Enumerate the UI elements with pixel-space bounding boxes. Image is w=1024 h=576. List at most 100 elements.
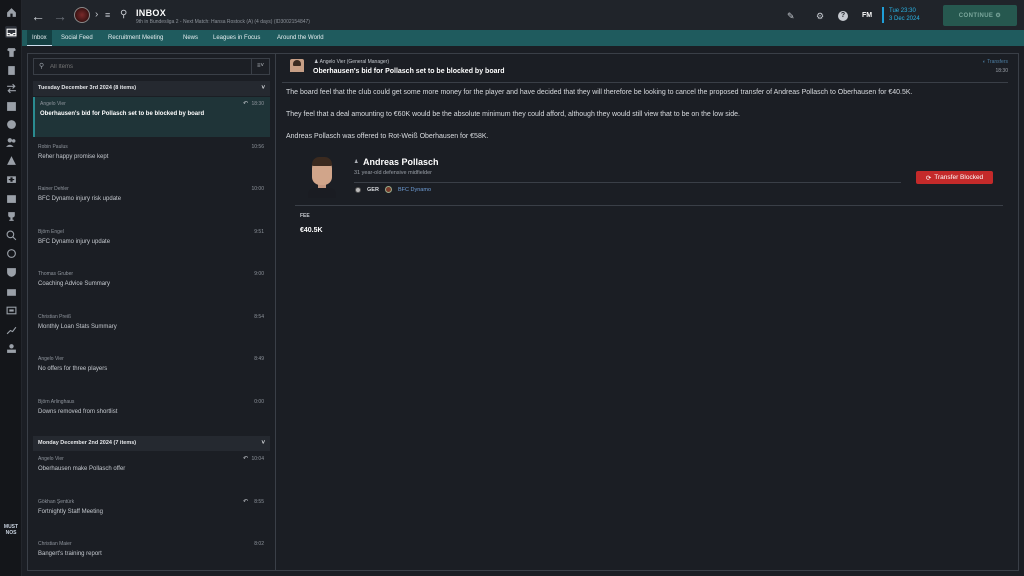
tab-leagues-in-focus[interactable]: Leagues in Focus [208,30,265,46]
list-item[interactable]: Angelo Vier Oberhausen's bid for Pollasc… [33,97,270,137]
back-arrow-icon[interactable]: ← [31,8,45,24]
stats-icon[interactable] [5,324,17,336]
list-item[interactable]: Rainer Dehler BFC Dynamo injury risk upd… [33,182,270,222]
divider [295,205,1003,206]
message-paragraph: The board feel that the club could get s… [286,89,913,96]
clipboard-icon[interactable] [5,64,17,76]
category-label: Transfers [987,59,1008,65]
help-icon[interactable]: ? [838,11,848,21]
list-item[interactable]: Björn Arlinghaus Downs removed from shor… [33,395,270,435]
scouting-icon[interactable] [5,229,17,241]
club-vision-icon[interactable] [5,266,17,278]
staff-icon[interactable] [5,136,17,148]
message-subject: Fortnightly Staff Meeting [38,509,103,515]
chevron-down-icon: ˅ [261,85,265,91]
search-icon[interactable]: ⚲ [120,9,127,20]
search-input[interactable] [50,62,250,72]
message-time: 9:00 [254,271,264,277]
sender-name[interactable]: Angelo Vier (General Manager) [320,59,389,65]
group-title: Monday December 2nd 2024 (7 items) [38,440,137,446]
message-paragraph: Andreas Pollasch was offered to Rot-Weiß… [286,133,489,140]
person-icon: ♟ [354,159,359,165]
list-item[interactable]: Björn Engel BFC Dynamo injury update 9:5… [33,225,270,265]
list-item[interactable]: Angelo Vier Oberhausen make Pollasch off… [33,452,270,492]
date-display: Tue 23:30 3 Dec 2024 [882,7,920,23]
inbox-frame: ⚲ ≡˅ Tuesday December 3rd 2024 (8 items)… [27,53,1019,571]
player-name[interactable]: Andreas Pollasch [363,157,439,167]
message-time: 8:49 [254,356,264,362]
person-icon: ♟ [314,59,319,65]
menu-icon[interactable]: ≡ [105,10,110,20]
manager-icon[interactable] [5,342,17,354]
home-icon[interactable] [5,6,17,18]
tab-news[interactable]: News [178,30,203,46]
player-avatar[interactable] [308,156,336,198]
tab-social-feed[interactable]: Social Feed [56,30,98,46]
finances-icon[interactable] [5,286,17,298]
chevron-down-icon: ˅ [261,440,265,446]
message-sender: Christian Preiß [38,314,72,320]
fee-label: FEE [300,213,310,219]
message-sender: Rainer Dehler [38,186,69,192]
message-sender: Angelo Vier [38,356,64,362]
continue-gear-icon: ⚙ [995,13,1002,19]
message-sender: Robin Paulus [38,144,68,150]
medical-icon[interactable] [5,172,17,184]
message-time: 0:00 [254,399,264,405]
chevron-icon[interactable]: › [95,9,98,20]
player-club[interactable]: BFC Dynamo [398,187,431,193]
message-subject: BFC Dynamo injury risk update [38,196,122,202]
page-subtitle: 9th in Bundesliga 2 - Next Match: Hansa … [136,19,310,25]
forward-arrow-icon[interactable]: → [53,8,67,24]
message-sender: Gökhan Şentürk [38,499,75,505]
message-sender: Christian Maier [38,541,72,547]
search-box: ⚲ ≡˅ [33,58,270,75]
message-sender: Angelo Vier [38,456,64,462]
transfer-blocked-button[interactable]: ⟳ Transfer Blocked [916,171,993,184]
trophy-icon[interactable] [5,210,17,222]
training-icon[interactable] [5,154,17,166]
nation-flag-icon [355,187,361,193]
message-time: 8:55 [254,499,264,505]
sender-avatar[interactable] [290,59,304,77]
list-item[interactable]: Angelo Vier No offers for three players … [33,352,270,392]
squad-icon[interactable] [5,46,17,58]
continue-button[interactable]: CONTINUE ⚙ [943,5,1017,26]
divider [354,182,901,183]
list-item[interactable]: Gökhan Şentürk Fortnightly Staff Meeting… [33,495,270,535]
settings-icon[interactable]: ⚙ [816,11,824,22]
list-item[interactable]: Christian Preiß Monthly Loan Stats Summa… [33,310,270,350]
tab-recruitment-meeting[interactable]: Recruitment Meeting [103,30,168,46]
list-item[interactable]: Robin Paulus Reher happy promise kept 10… [33,140,270,180]
tactics-icon[interactable] [5,100,17,112]
calendar-icon[interactable] [5,192,17,204]
message-subject: Downs removed from shortlist [38,409,118,415]
ball-icon[interactable] [5,118,17,130]
tab-inbox[interactable]: Inbox [27,30,52,46]
message-time: 18:30 [251,101,264,107]
page-title: INBOX [136,8,167,18]
app-root: MUST NOS ← → › ≡ ⚲ INBOX 9th in Bundesli… [0,0,1024,576]
refresh-icon[interactable] [5,247,17,259]
divider [282,82,1008,83]
inbox-icon[interactable] [5,26,17,38]
message-sender: Thomas Gruber [38,271,74,277]
player-nation[interactable]: GER [367,187,379,193]
transfers-icon[interactable] [5,82,17,94]
list-item[interactable]: Thomas Gruber Coaching Advice Summary 9:… [33,267,270,307]
list-item[interactable]: Christian Maier Bangert's training repor… [33,537,270,576]
date-group-header[interactable]: Monday December 2nd 2024 (7 items) ˅ [33,436,270,451]
filter-menu-icon[interactable]: ≡˅ [251,59,269,74]
tab-around-the-world[interactable]: Around the World [272,30,329,46]
reply-icon: ↶ [242,456,248,462]
message-time: 10:04 [251,456,264,462]
message-time: 10:00 [251,186,264,192]
fm-menu-button[interactable]: FM [862,12,872,19]
data-hub-icon[interactable] [5,304,17,316]
club-badge[interactable] [74,7,90,23]
message-sender: Björn Arlinghaus [38,399,75,405]
date-group-header[interactable]: Tuesday December 3rd 2024 (8 items) ˅ [33,81,270,96]
edit-icon[interactable]: ✎ [787,11,795,22]
current-time: Tue 23:30 [889,8,916,14]
tab-bar: Inbox Social Feed Recruitment Meeting Ne… [22,30,1024,46]
